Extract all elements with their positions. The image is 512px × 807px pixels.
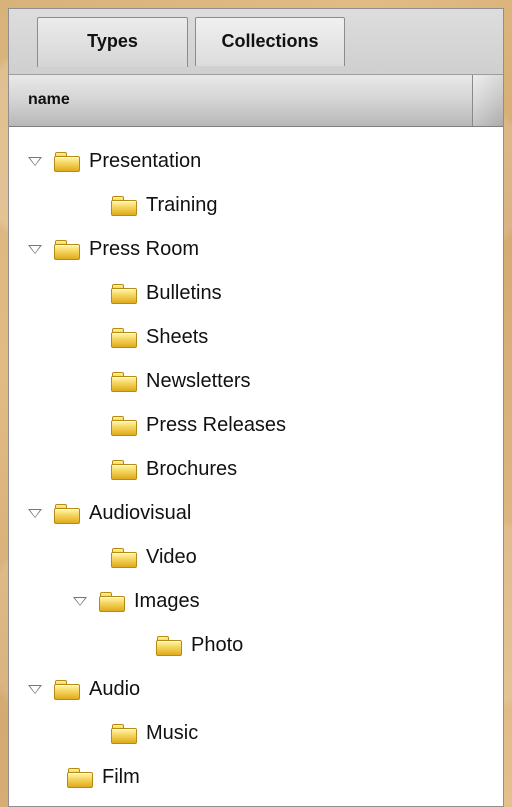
folder-icon	[66, 767, 94, 788]
tree-item-presentation[interactable]: Presentation	[27, 139, 201, 183]
tree-item-label: Audio	[89, 678, 141, 700]
tree-item-label: Brochures	[146, 458, 238, 480]
tree-item-label: Press Room	[89, 238, 200, 260]
tree-item-label: Film	[102, 766, 140, 788]
tree-item-label: Press Releases	[146, 414, 287, 436]
folder-tree: Presentation Training Press Room Bulleti…	[9, 128, 503, 806]
tree-item-audio[interactable]: Audio	[27, 667, 140, 711]
tree-item-label: Newsletters	[146, 370, 251, 392]
chevron-down-icon[interactable]	[27, 241, 43, 257]
chevron-down-icon[interactable]	[27, 681, 43, 697]
tree-item-video[interactable]: Video	[110, 535, 197, 579]
tab-collections[interactable]: Collections	[195, 17, 345, 66]
chevron-down-icon[interactable]	[27, 153, 43, 169]
folder-icon	[110, 415, 138, 436]
folder-icon	[98, 591, 126, 612]
folder-icon	[110, 459, 138, 480]
folder-icon	[110, 371, 138, 392]
tab-types[interactable]: Types	[37, 17, 188, 67]
tree-item-bulletins[interactable]: Bulletins	[110, 271, 222, 315]
folder-icon	[155, 635, 183, 656]
tree-item-audiovisual[interactable]: Audiovisual	[27, 491, 191, 535]
folder-icon	[110, 723, 138, 744]
folder-icon	[53, 239, 81, 260]
folder-icon	[53, 503, 81, 524]
tree-item-label: Bulletins	[146, 282, 222, 304]
column-header-end-cap	[473, 75, 503, 126]
chevron-down-icon[interactable]	[27, 505, 43, 521]
tree-item-label: Presentation	[89, 150, 202, 172]
folder-icon	[53, 151, 81, 172]
folder-icon	[110, 283, 138, 304]
tree-item-label: Training	[146, 194, 218, 216]
name-column-header[interactable]: name	[9, 75, 503, 127]
tree-item-label: Images	[134, 590, 200, 612]
tree-item-label: Music	[146, 722, 199, 744]
tree-item-press-room[interactable]: Press Room	[27, 227, 199, 271]
tree-item-label: Photo	[191, 634, 244, 656]
tree-item-sheets[interactable]: Sheets	[110, 315, 208, 359]
tree-item-label: Sheets	[146, 326, 209, 348]
folder-icon	[110, 195, 138, 216]
tree-item-training[interactable]: Training	[110, 183, 218, 227]
folder-icon	[53, 679, 81, 700]
tree-item-photo[interactable]: Photo	[155, 623, 243, 667]
tree-item-press-releases[interactable]: Press Releases	[110, 403, 286, 447]
tree-item-newsletters[interactable]: Newsletters	[110, 359, 250, 403]
tree-item-images[interactable]: Images	[72, 579, 200, 623]
chevron-down-icon[interactable]	[72, 593, 88, 609]
folder-icon	[110, 547, 138, 568]
tree-item-film[interactable]: Film	[66, 755, 140, 799]
tree-item-label: Video	[146, 546, 197, 568]
name-column-label: name	[28, 91, 70, 108]
folder-icon	[110, 327, 138, 348]
tree-item-brochures[interactable]: Brochures	[110, 447, 237, 491]
tab-strip: Types Collections	[9, 9, 503, 75]
tree-item-music[interactable]: Music	[110, 711, 198, 755]
types-collections-panel: Types Collections name Presentation Trai…	[8, 8, 504, 807]
tree-item-label: Audiovisual	[89, 502, 192, 524]
